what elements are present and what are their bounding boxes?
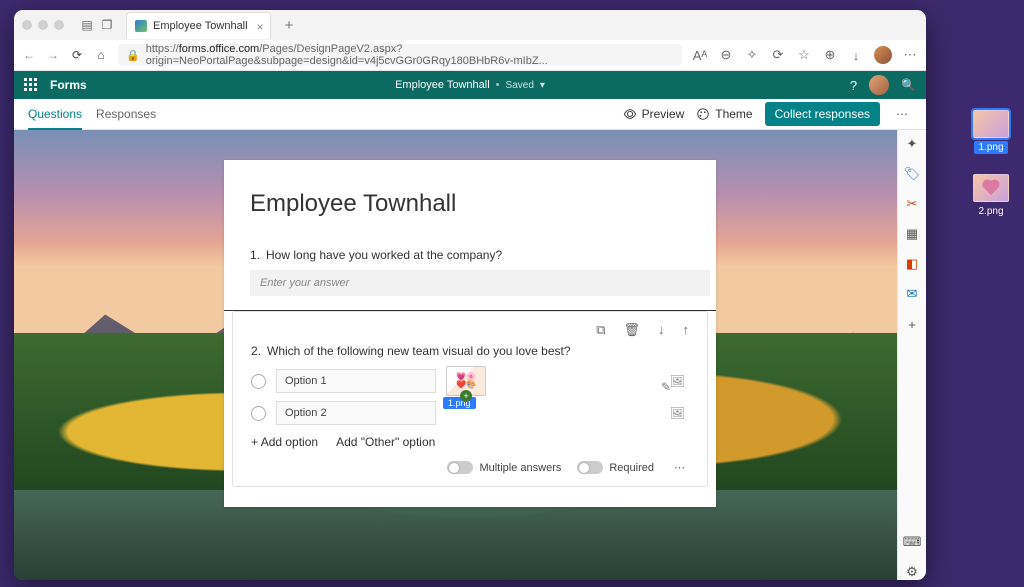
collect-responses-button[interactable]: Collect responses <box>765 102 880 126</box>
tabs-icon[interactable]: ❐ <box>100 18 114 32</box>
form-card: Employee Townhall 1. How long have you w… <box>224 160 716 507</box>
forward-button[interactable]: → <box>46 48 60 62</box>
lock-icon: 🔒 <box>126 49 140 62</box>
insert-media-icon[interactable]: 🖼 <box>670 374 685 388</box>
browser-window: ▤ ❐ Employee Townhall × + ← → ⟳ ⌂ 🔒 http… <box>14 10 926 580</box>
drop-add-icon: + <box>460 390 472 402</box>
zoom-icon[interactable]: ⊖ <box>718 47 734 63</box>
home-button[interactable]: ⌂ <box>94 48 108 62</box>
favorites-bar-icon[interactable]: ☆ <box>796 47 812 63</box>
chevron-down-icon[interactable]: ▾ <box>540 80 545 91</box>
favorite-icon[interactable]: ✧ <box>744 47 760 63</box>
sync-icon[interactable]: ⟳ <box>770 47 786 63</box>
radio-icon[interactable] <box>251 406 266 421</box>
more-icon[interactable]: ⋯ <box>902 47 918 63</box>
palette-icon <box>696 107 710 121</box>
tab-questions[interactable]: Questions <box>28 100 82 130</box>
radio-icon[interactable] <box>251 374 266 389</box>
tab-title: Employee Townhall <box>153 20 248 32</box>
theme-button[interactable]: Theme <box>696 107 752 121</box>
form-title[interactable]: Employee Townhall <box>250 190 690 218</box>
help-icon[interactable]: ? <box>850 78 857 93</box>
rail-tag-icon[interactable]: 🏷 <box>904 166 920 182</box>
rail-immersive-icon[interactable]: ✦ <box>904 136 920 152</box>
doc-title[interactable]: Employee Townhall <box>395 79 490 91</box>
user-avatar[interactable] <box>869 75 889 95</box>
add-other-option-button[interactable]: Add "Other" option <box>336 435 435 449</box>
move-up-icon[interactable]: ↑ <box>683 322 690 338</box>
delete-question-icon[interactable]: 🗑 <box>623 322 640 338</box>
desktop-file-1[interactable]: 1.png <box>973 110 1009 154</box>
move-down-icon[interactable]: ↓ <box>658 322 665 338</box>
option-input[interactable] <box>276 401 436 425</box>
question-2-editor: ⧉ 🗑 ↓ ↑ 2. Which of the following new te… <box>232 311 708 487</box>
tab-responses[interactable]: Responses <box>96 100 156 128</box>
option-input[interactable] <box>276 369 436 393</box>
new-tab-button[interactable]: + <box>285 17 294 34</box>
file-thumbnail <box>973 174 1009 202</box>
file-thumbnail <box>973 110 1009 138</box>
app-launcher-icon[interactable] <box>24 78 38 92</box>
question-number: 2. <box>251 344 261 358</box>
app-brand[interactable]: Forms <box>50 78 87 92</box>
forms-subheader: Questions Responses Preview Theme Collec… <box>14 99 926 130</box>
eye-icon <box>623 107 637 121</box>
back-button[interactable]: ← <box>22 48 36 62</box>
collections-icon[interactable]: ⊕ <box>822 47 838 63</box>
window-controls[interactable] <box>22 20 64 30</box>
insert-media-icon[interactable]: 🖼 <box>670 406 685 420</box>
profile-avatar[interactable] <box>874 46 892 64</box>
address-bar[interactable]: 🔒 https://forms.office.com/Pages/DesignP… <box>118 44 682 66</box>
url-host: forms.office.com <box>179 43 260 55</box>
favicon-icon <box>135 20 147 32</box>
preview-button[interactable]: Preview <box>623 107 685 121</box>
file-label: 2.png <box>974 205 1007 218</box>
required-toggle[interactable]: Required <box>577 461 654 474</box>
sidebar-icon[interactable]: ▤ <box>80 18 94 32</box>
question-1[interactable]: 1. How long have you worked at the compa… <box>250 248 690 296</box>
window-titlebar: ▤ ❐ Employee Townhall × + <box>14 10 926 40</box>
forms-header: Forms Employee Townhall • Saved ▾ ? 🔍 <box>14 71 926 99</box>
downloads-icon[interactable]: ↓ <box>848 47 864 63</box>
more-menu-icon[interactable]: ⋯ <box>892 107 912 121</box>
desktop-file-2[interactable]: 2.png <box>973 174 1009 218</box>
add-option-button[interactable]: Add option <box>251 435 318 449</box>
question-number: 1. <box>250 248 260 262</box>
rail-clip-icon[interactable]: ✂ <box>904 196 920 212</box>
multiple-answers-toggle[interactable]: Multiple answers <box>447 461 561 474</box>
rail-office-icon[interactable]: ▦ <box>904 226 920 242</box>
close-tab-icon[interactable]: × <box>257 20 264 34</box>
question-more-icon[interactable]: ⋯ <box>670 461 689 474</box>
rail-powerpoint-icon[interactable]: ◧ <box>904 256 920 272</box>
rail-add-icon[interactable]: + <box>904 316 920 332</box>
copy-question-icon[interactable]: ⧉ <box>596 322 605 338</box>
option-row-1: 💗🌸❤️🎨 + 1.png 🖼 <box>251 366 689 396</box>
browser-tab[interactable]: Employee Townhall × <box>126 12 271 39</box>
question-text[interactable]: Which of the following new team visual d… <box>267 344 571 358</box>
option-image-drop[interactable]: 💗🌸❤️🎨 + 1.png <box>446 366 486 396</box>
question-text: How long have you worked at the company? <box>266 248 502 262</box>
search-icon[interactable]: 🔍 <box>901 78 916 92</box>
read-aloud-icon[interactable]: Aᴬ <box>692 47 708 63</box>
refresh-button[interactable]: ⟳ <box>70 48 84 62</box>
answer-input[interactable] <box>250 270 710 296</box>
form-canvas: ✦ 🏷 ✂ ▦ ◧ ✉ + ⌨ ⚙ Employee Townhall 1. H… <box>14 130 926 580</box>
edit-question-icon[interactable]: ✎ <box>661 380 671 394</box>
side-rail: ✦ 🏷 ✂ ▦ ◧ ✉ + ⌨ ⚙ <box>897 130 926 580</box>
save-state: Saved <box>506 80 534 91</box>
rail-feedback-icon[interactable]: ⌨ <box>904 534 920 550</box>
file-label: 1.png <box>974 141 1007 154</box>
rail-settings-icon[interactable]: ⚙ <box>904 564 920 580</box>
address-bar-row: ← → ⟳ ⌂ 🔒 https://forms.office.com/Pages… <box>14 40 926 71</box>
rail-outlook-icon[interactable]: ✉ <box>904 286 920 302</box>
